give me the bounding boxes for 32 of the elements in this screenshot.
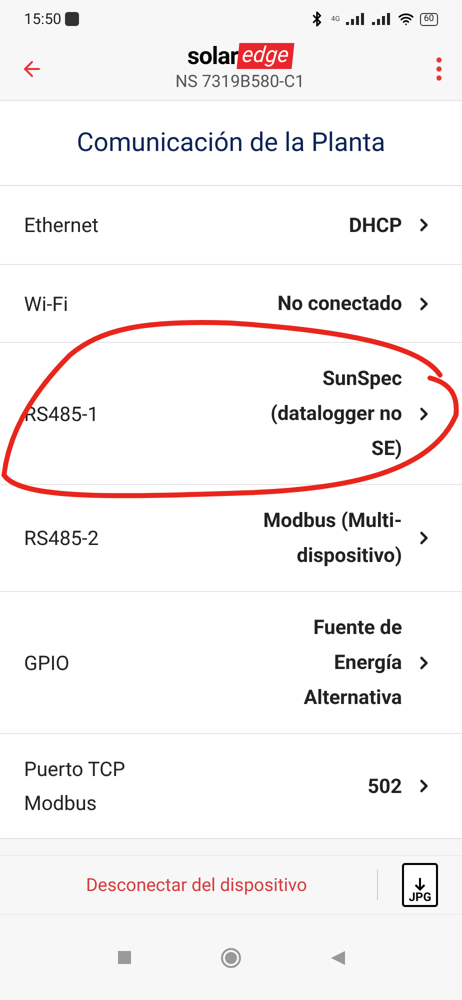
- setting-value: Fuente de Energía Alternativa: [302, 614, 402, 711]
- setting-value: SunSpec (datalogger no SE): [270, 365, 402, 462]
- jpg-download-button[interactable]: JPG: [402, 863, 438, 907]
- setting-label: Ethernet: [24, 212, 100, 239]
- settings-row[interactable]: Puerto TCP Modbus 502: [0, 733, 462, 838]
- settings-row[interactable]: RS485-2 Modbus (Multi-dispositivo): [0, 484, 462, 591]
- home-nav-icon[interactable]: [220, 948, 240, 968]
- status-time: 15:50: [24, 8, 62, 30]
- settings-row[interactable]: Wi-Fi No conectado: [0, 264, 462, 342]
- page-title: Comunicación de la Planta: [76, 126, 386, 160]
- back-nav-icon[interactable]: [330, 950, 344, 964]
- settings-row[interactable]: GPIO Fuente de Energía Alternativa: [0, 591, 462, 733]
- setting-value: 502: [368, 772, 402, 800]
- disconnect-button[interactable]: Desconectar del dispositivo: [0, 872, 377, 898]
- signal-icon: [372, 13, 392, 25]
- setting-label: RS485-2: [24, 525, 100, 552]
- more-vertical-icon: [436, 57, 442, 81]
- setting-label: Puerto TCP Modbus: [24, 756, 126, 817]
- setting-value: Modbus (Multi-dispositivo): [262, 507, 402, 569]
- settings-row[interactable]: Ethernet DHCP: [0, 186, 462, 264]
- recents-nav-icon[interactable]: [118, 951, 130, 964]
- setting-value: DHCP: [348, 212, 402, 238]
- device-serial: NS 7319B580-C1: [175, 71, 305, 94]
- notification-icon: [65, 12, 80, 26]
- setting-value: No conectado: [277, 290, 402, 317]
- signal-icon: [346, 13, 366, 25]
- battery-indicator: 60: [420, 12, 438, 26]
- setting-label: Wi-Fi: [24, 290, 70, 318]
- download-arrow-icon: [414, 877, 426, 891]
- logo-text: solar: [187, 42, 238, 70]
- setting-label: GPIO: [24, 650, 70, 676]
- wifi-icon: [398, 11, 414, 27]
